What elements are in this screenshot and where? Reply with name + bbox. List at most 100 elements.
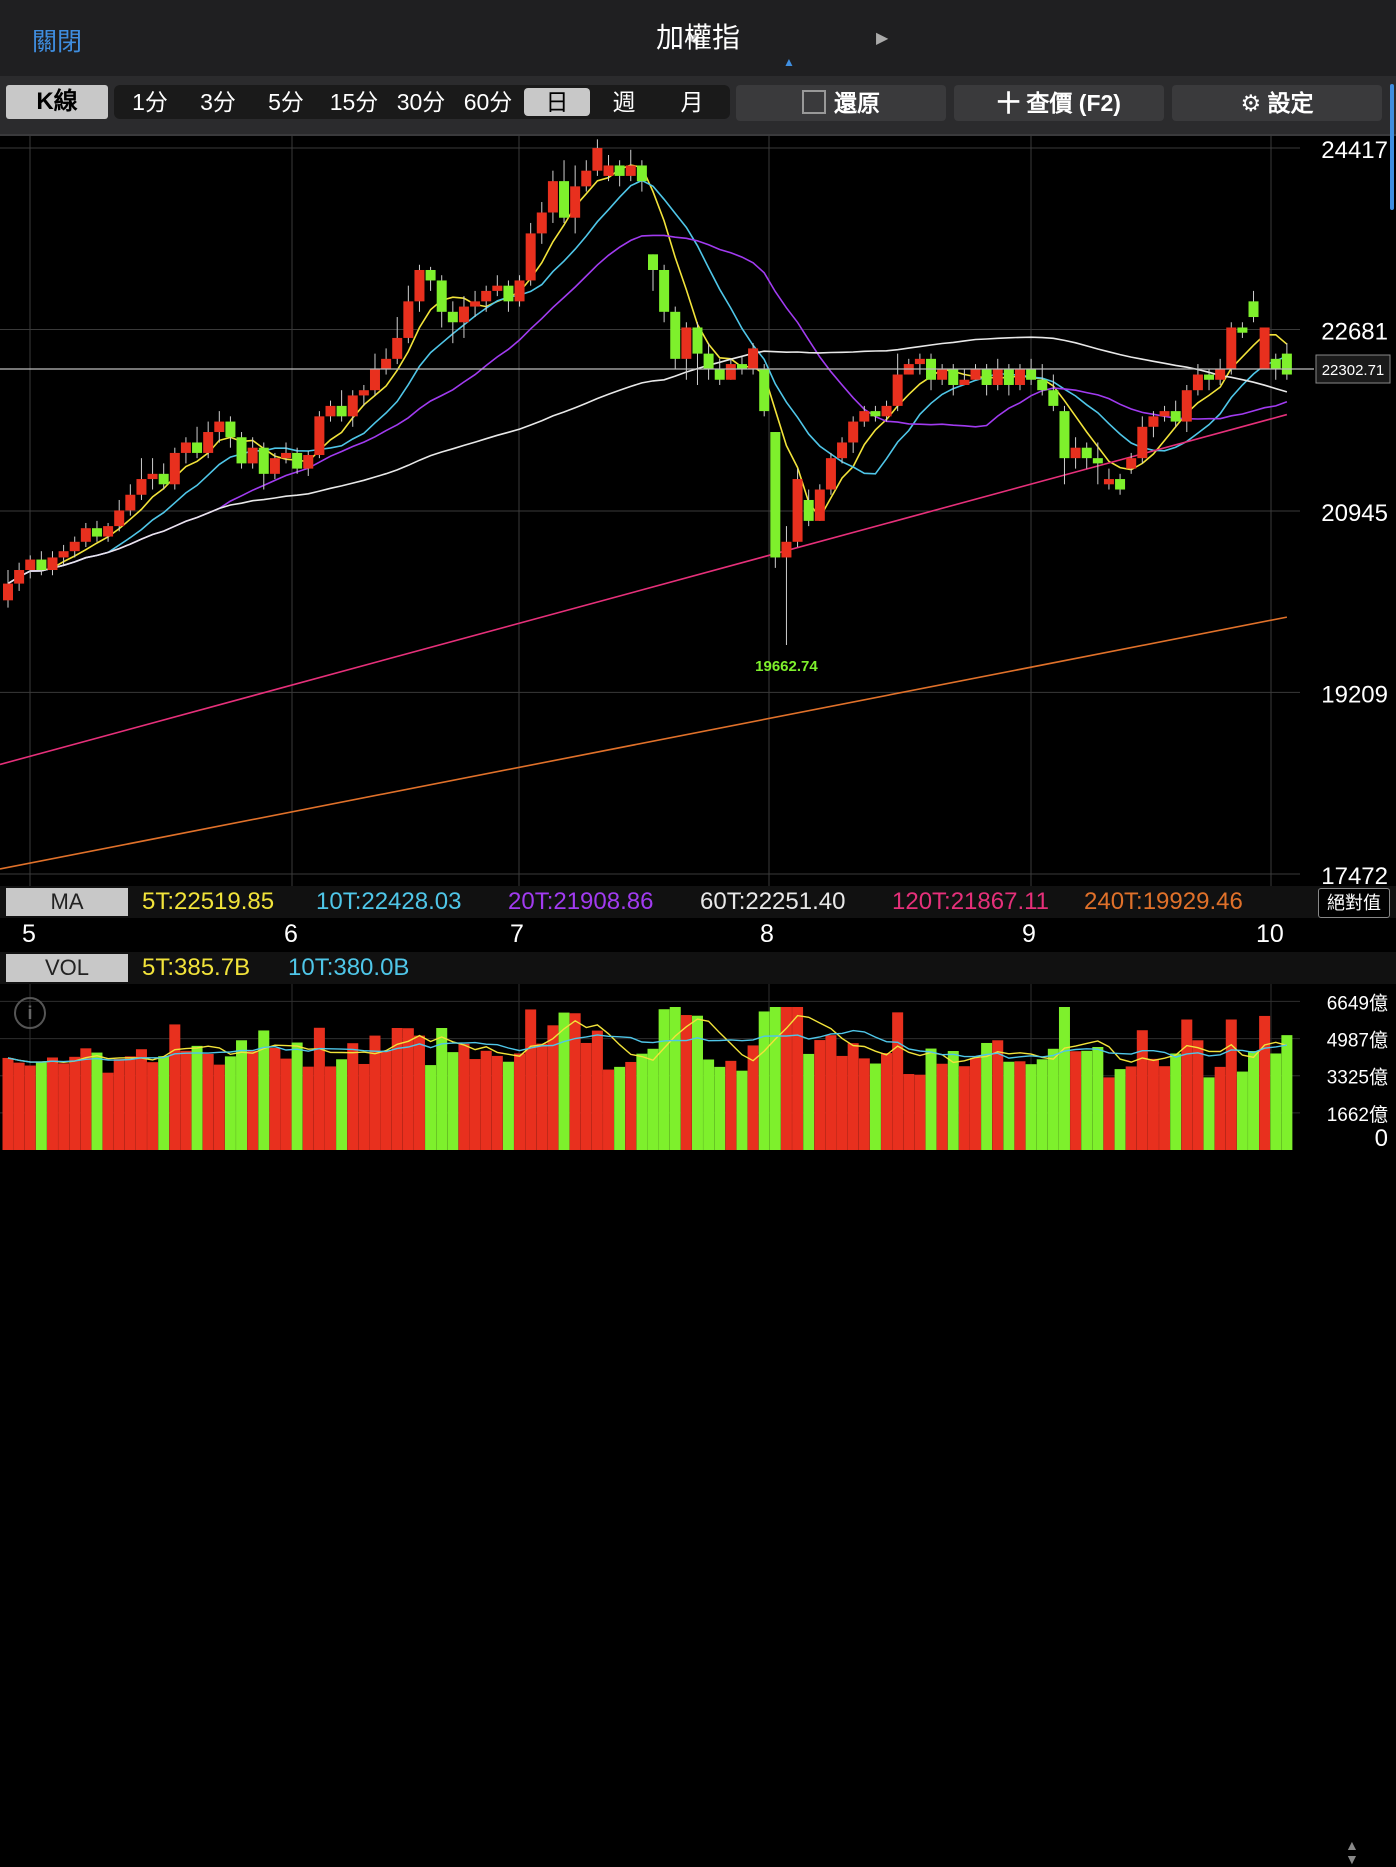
- interval-15min[interactable]: 15分: [324, 85, 384, 119]
- volume-bar: [981, 1042, 993, 1150]
- zoom-arrows-icon[interactable]: ▲ ▼: [1345, 1838, 1359, 1866]
- interval-60min[interactable]: 60分: [456, 85, 520, 119]
- gear-icon: ⚙: [1240, 90, 1262, 116]
- settings-button[interactable]: ⚙ 設定: [1172, 85, 1382, 121]
- interval-week[interactable]: 週: [596, 85, 652, 119]
- candle-body: [825, 458, 836, 490]
- volume-bar: [480, 1050, 492, 1150]
- volume-bar: [847, 1043, 859, 1150]
- volume-bar: [135, 1049, 147, 1150]
- candle-body: [814, 489, 825, 521]
- price-tick-label: 19209: [1321, 681, 1388, 708]
- candle-body: [447, 311, 458, 323]
- interval-3min[interactable]: 3分: [190, 85, 246, 119]
- vol-label[interactable]: VOL: [6, 954, 128, 982]
- candle-body: [536, 212, 547, 234]
- volume-bar: [1058, 1006, 1070, 1150]
- info-icon[interactable]: i: [14, 997, 46, 1029]
- volume-bar: [992, 1040, 1004, 1150]
- candle-body: [592, 148, 603, 171]
- candle-body: [1270, 358, 1281, 370]
- candle-body: [158, 473, 169, 485]
- candle-body: [1226, 327, 1237, 370]
- volume-bar: [447, 1052, 459, 1150]
- restore-checkbox-icon[interactable]: [802, 90, 826, 114]
- ma-label[interactable]: MA: [6, 888, 128, 916]
- candle-body: [347, 395, 358, 417]
- volume-bar: [825, 1035, 837, 1150]
- volume-bar: [1036, 1059, 1048, 1150]
- volume-bar: [24, 1065, 36, 1150]
- absolute-value-button[interactable]: 絕對值: [1318, 888, 1390, 918]
- candlestick-chart[interactable]: 24417 22681 20945 19209 17472 22302.71 24416.…: [0, 136, 1396, 886]
- volume-bar: [358, 1063, 370, 1150]
- kline-button[interactable]: K線: [6, 85, 108, 119]
- volume-bar: [536, 1043, 548, 1150]
- volume-bar: [1170, 1053, 1182, 1150]
- candle-body: [381, 358, 392, 370]
- candle-body: [1115, 479, 1126, 490]
- volume-bar: [1248, 1051, 1260, 1150]
- volume-bar: [502, 1061, 514, 1150]
- restore-label: 還原: [834, 90, 880, 116]
- volume-bar: [591, 1030, 603, 1150]
- candle-body: [948, 369, 959, 385]
- candle-body: [659, 269, 670, 312]
- candle-body: [180, 442, 191, 453]
- volume-bar: [958, 1066, 970, 1150]
- candle-body: [547, 181, 558, 213]
- candle-body: [1026, 369, 1037, 380]
- candle-body: [1103, 479, 1114, 485]
- ma5-value: 5T:22519.85: [142, 888, 275, 915]
- next-symbol-arrow-icon[interactable]: ▶: [876, 28, 888, 48]
- volume-bar: [1125, 1066, 1137, 1150]
- volume-bar: [1103, 1077, 1115, 1150]
- interval-month[interactable]: 月: [664, 85, 720, 119]
- vol-ma10-value: 10T:380.0B: [288, 954, 410, 981]
- interval-day[interactable]: 日: [524, 88, 590, 116]
- interval-30min[interactable]: 30分: [390, 85, 452, 119]
- candle-body: [1159, 411, 1170, 417]
- symbol-title[interactable]: 加權指: [0, 16, 1396, 56]
- volume-bar: [614, 1066, 626, 1150]
- candle-body: [759, 369, 770, 412]
- candle-body: [58, 551, 69, 558]
- candle-body: [1259, 327, 1270, 370]
- candle-body: [1070, 447, 1081, 459]
- candle-body: [114, 510, 125, 527]
- candle-body: [91, 528, 102, 537]
- candle-body: [570, 186, 581, 218]
- candle-body: [336, 405, 347, 417]
- candle-body: [848, 421, 859, 443]
- volume-bar: [469, 1059, 481, 1150]
- candle-body: [636, 165, 647, 182]
- candle-body: [1237, 327, 1248, 333]
- interval-1min[interactable]: 1分: [124, 85, 176, 119]
- volume-chart[interactable]: 6649億 4987億 3325億 1662億0: [0, 984, 1396, 1150]
- date-label: 8: [760, 920, 774, 948]
- volume-bar: [325, 1066, 336, 1150]
- candle-body: [225, 421, 236, 438]
- candle-body: [1281, 353, 1292, 375]
- candle-body: [214, 421, 225, 433]
- candle-body: [470, 301, 481, 307]
- low-price-label: 19662.74: [755, 658, 818, 675]
- candle-body: [992, 369, 1003, 385]
- volume-bar: [413, 1035, 425, 1150]
- restore-toggle[interactable]: 還原: [736, 85, 946, 121]
- volume-bar: [80, 1048, 92, 1150]
- volume-bar: [603, 1069, 615, 1150]
- candle-body: [1181, 390, 1192, 422]
- candle-body: [203, 432, 214, 453]
- quote-button[interactable]: 十 查價 (F2): [954, 85, 1164, 121]
- candle-body: [525, 233, 536, 281]
- candle-body: [914, 358, 925, 365]
- candle-body: [581, 170, 592, 187]
- candle-body: [1248, 301, 1259, 318]
- volume-bar: [569, 1013, 581, 1150]
- candle-body: [136, 479, 147, 495]
- interval-5min[interactable]: 5分: [258, 85, 314, 119]
- volume-bar: [1225, 1019, 1237, 1150]
- ma-line: [7, 234, 1288, 585]
- vol-tick-label: 3325億: [1327, 1067, 1388, 1089]
